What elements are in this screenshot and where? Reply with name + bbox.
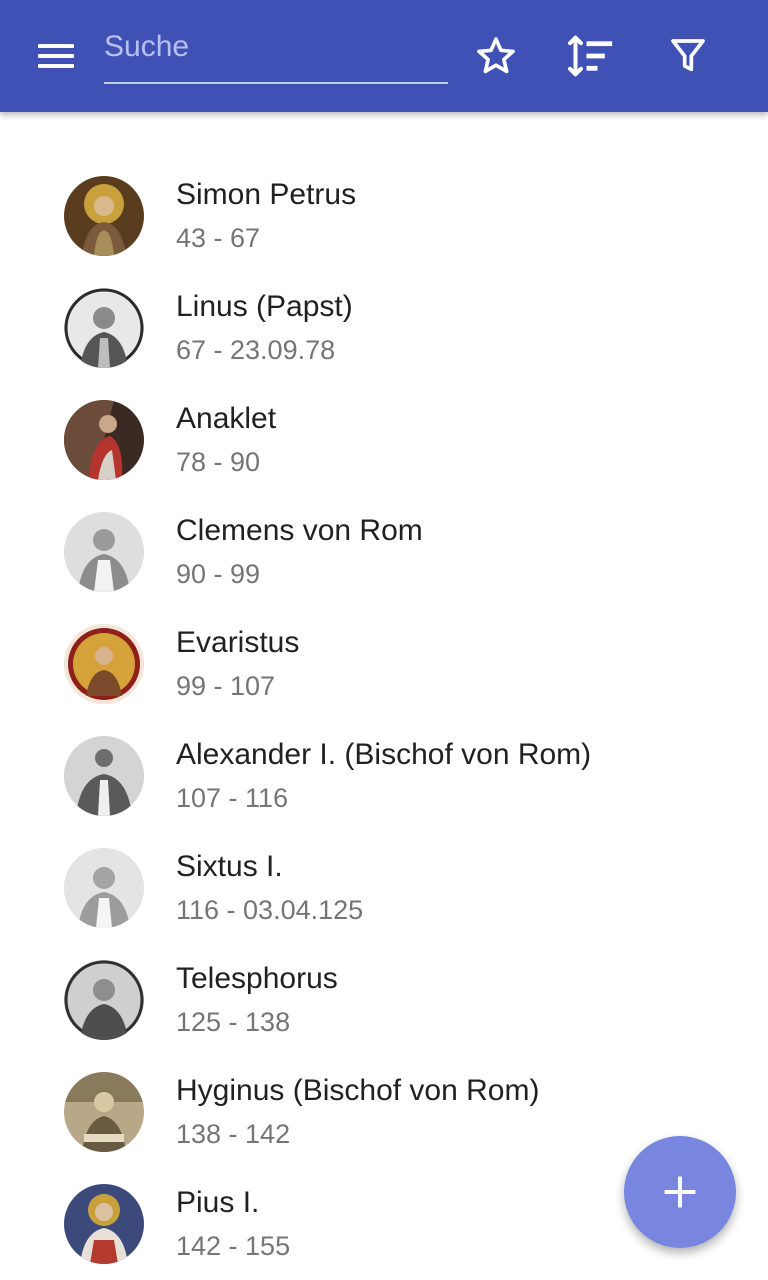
app-toolbar: [0, 0, 768, 112]
list-item[interactable]: Alexander I. (Bischof von Rom) 107 - 116: [0, 720, 768, 832]
list-item[interactable]: Simon Petrus 43 - 67: [0, 160, 768, 272]
portrait-avatar: [64, 176, 144, 256]
pope-name: Sixtus I.: [176, 850, 283, 883]
pope-dates: 90 - 99: [176, 559, 261, 589]
pope-dates: 99 - 107: [176, 671, 276, 701]
add-icon: [664, 1176, 696, 1208]
portrait-avatar: [64, 848, 144, 928]
pope-name: Evaristus: [176, 626, 300, 659]
portrait-avatar: [64, 1184, 144, 1264]
filter-icon: [671, 39, 705, 72]
pope-name: Clemens von Rom: [176, 514, 423, 547]
portrait-avatar: [64, 1072, 144, 1152]
pope-name: Alexander I. (Bischof von Rom): [176, 738, 592, 771]
list-item[interactable]: Sixtus I. 116 - 03.04.125: [0, 832, 768, 944]
portrait-avatar: [64, 288, 144, 368]
pope-dates: 142 - 155: [176, 1231, 291, 1261]
star-outline-icon: [477, 37, 515, 74]
pope-dates: 116 - 03.04.125: [176, 895, 364, 925]
menu-button[interactable]: [18, 36, 94, 76]
pope-dates: 125 - 138: [176, 1007, 291, 1037]
pope-dates: 67 - 23.09.78: [176, 335, 336, 365]
pope-name: Simon Petrus: [176, 178, 357, 211]
pope-dates: 138 - 142: [176, 1119, 291, 1149]
portrait-avatar: [64, 960, 144, 1040]
portrait-avatar: [64, 512, 144, 592]
sort-button[interactable]: [564, 28, 620, 84]
pope-name: Pius I.: [176, 1186, 260, 1219]
search-field[interactable]: [104, 24, 448, 84]
menu-icon: [38, 44, 74, 48]
pope-dates: 78 - 90: [176, 447, 261, 477]
pope-dates: 43 - 67: [176, 223, 261, 253]
filter-button[interactable]: [660, 28, 716, 84]
sort-icon: [568, 35, 613, 77]
portrait-avatar: [64, 736, 144, 816]
pope-name: Telesphorus: [176, 962, 338, 995]
search-input[interactable]: [104, 24, 448, 70]
list-item[interactable]: Telesphorus 125 - 138: [0, 944, 768, 1056]
list-item[interactable]: Evaristus 99 - 107: [0, 608, 768, 720]
pope-name: Anaklet: [176, 402, 277, 435]
portrait-avatar: [64, 400, 144, 480]
portrait-avatar: [64, 624, 144, 704]
list-item[interactable]: Anaklet 78 - 90: [0, 384, 768, 496]
add-button[interactable]: [624, 1136, 736, 1248]
favorites-button[interactable]: [468, 28, 524, 84]
pope-list: Simon Petrus 43 - 67 Linus (Papst) 67 - …: [0, 160, 768, 1280]
list-item[interactable]: Clemens von Rom 90 - 99: [0, 496, 768, 608]
pope-name: Hyginus (Bischof von Rom): [176, 1074, 540, 1107]
pope-name: Linus (Papst): [176, 290, 353, 323]
list-item[interactable]: Linus (Papst) 67 - 23.09.78: [0, 272, 768, 384]
pope-dates: 107 - 116: [176, 783, 289, 813]
